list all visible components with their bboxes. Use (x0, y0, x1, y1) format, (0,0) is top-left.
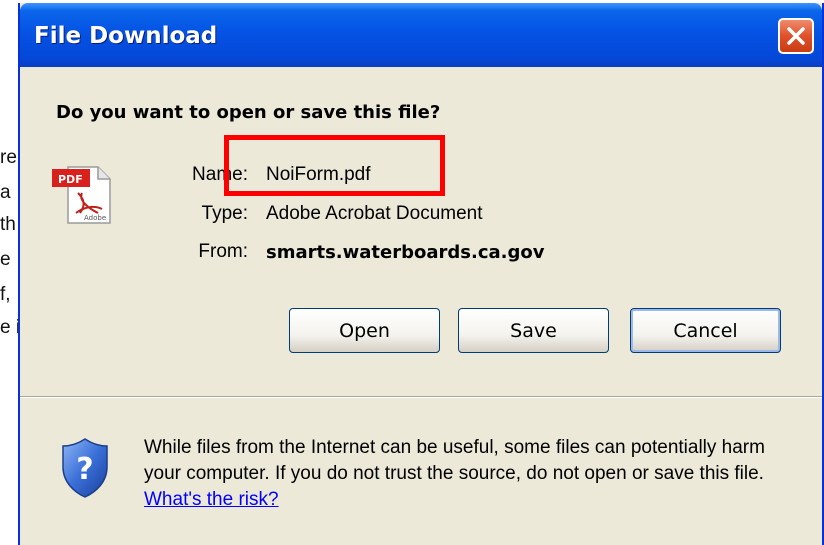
source-value: smarts.waterboards.ca.gov (266, 242, 545, 263)
warning-text: While files from the Internet can be use… (144, 437, 765, 484)
save-button[interactable]: Save (458, 308, 609, 353)
background-text: re (0, 147, 17, 168)
dialog-question: Do you want to open or save this file? (56, 102, 441, 123)
security-warning: While files from the Internet can be use… (144, 435, 804, 513)
svg-text:PDF: PDF (58, 173, 83, 186)
close-button[interactable] (778, 18, 814, 54)
whats-the-risk-link[interactable]: What's the risk? (144, 489, 279, 510)
open-button[interactable]: Open (289, 308, 440, 353)
svg-text:?: ? (76, 452, 93, 487)
dialog-title: File Download (34, 23, 218, 49)
svg-text:Adobe: Adobe (84, 214, 106, 222)
pdf-file-icon: PDF Adobe (52, 166, 111, 224)
divider (20, 397, 822, 398)
highlight-box (224, 135, 445, 196)
file-download-dialog: File Download Do you want to open or sav… (18, 3, 824, 545)
background-text: f, (0, 284, 11, 305)
cancel-button[interactable]: Cancel (630, 308, 781, 353)
shield-question-icon: ? (62, 438, 108, 498)
background-text: th (0, 214, 16, 235)
close-icon (787, 27, 805, 45)
title-bar[interactable]: File Download (20, 3, 822, 67)
background-text: e (0, 249, 11, 270)
file-type-value: Adobe Acrobat Document (266, 203, 483, 224)
background-text: a (0, 182, 11, 203)
